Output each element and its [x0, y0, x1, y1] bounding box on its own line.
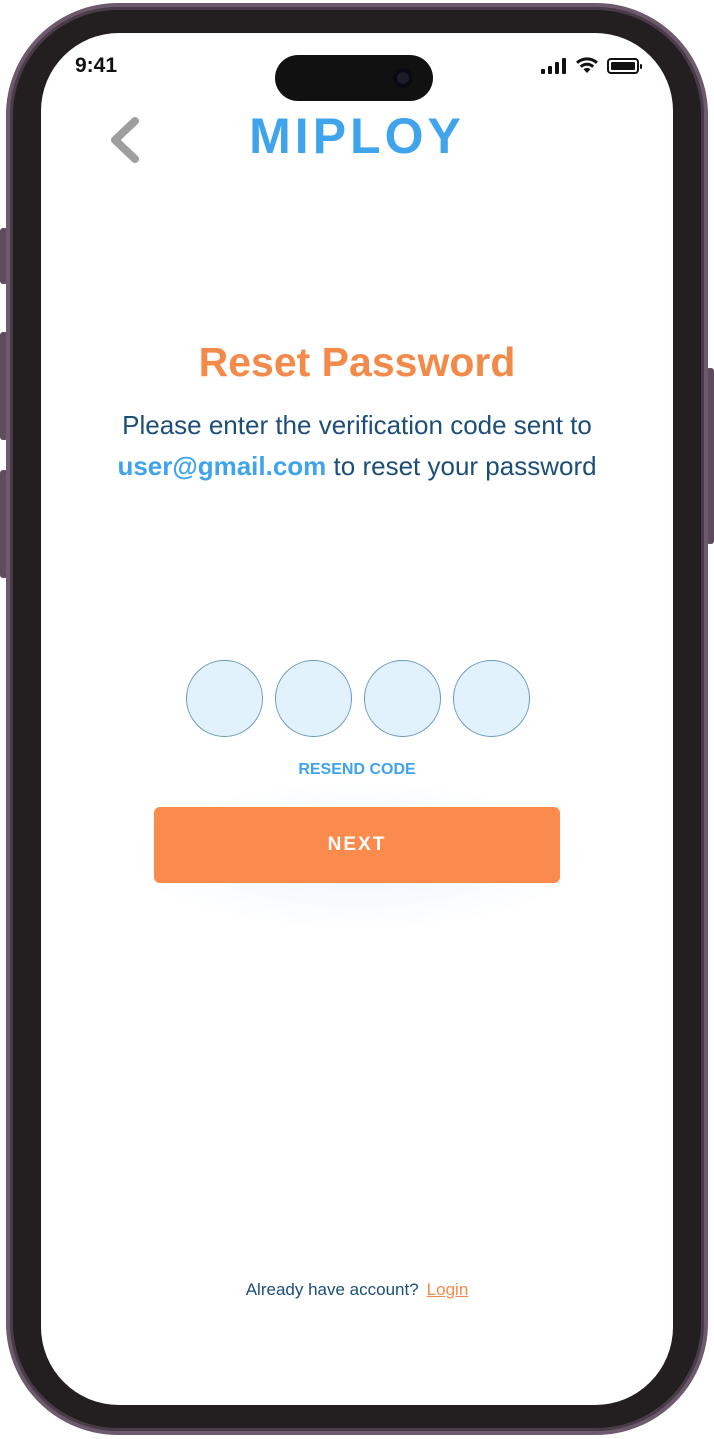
description-prefix: Please enter the verification code sent … [122, 410, 592, 440]
battery-icon [607, 57, 642, 74]
resend-code-link[interactable]: RESEND CODE [41, 761, 673, 779]
otp-input-group [186, 660, 530, 737]
page-description: Please enter the verification code sent … [111, 405, 603, 487]
app-logo: MIPLOY [249, 108, 465, 164]
status-icons [541, 57, 642, 74]
dynamic-island [275, 55, 433, 101]
footer: Already have account? Login [41, 1280, 673, 1300]
otp-digit-4[interactable] [453, 660, 530, 737]
camera-icon [393, 68, 413, 88]
footer-prompt: Already have account? [245, 1280, 419, 1299]
otp-digit-1[interactable] [186, 660, 263, 737]
phone-screen: 9:41 MIPLOY Reset Password Please enter … [41, 33, 673, 1405]
page-title: Reset Password [198, 339, 516, 385]
cellular-signal-icon [541, 57, 566, 74]
otp-digit-3[interactable] [364, 660, 441, 737]
description-suffix: to reset your password [333, 451, 597, 481]
otp-digit-2[interactable] [275, 660, 352, 737]
status-time: 9:41 [75, 54, 118, 77]
next-button[interactable]: NEXT [154, 807, 560, 883]
wifi-icon [576, 57, 598, 73]
login-link[interactable]: Login [427, 1280, 469, 1299]
user-email: user@gmail.com [117, 451, 327, 481]
